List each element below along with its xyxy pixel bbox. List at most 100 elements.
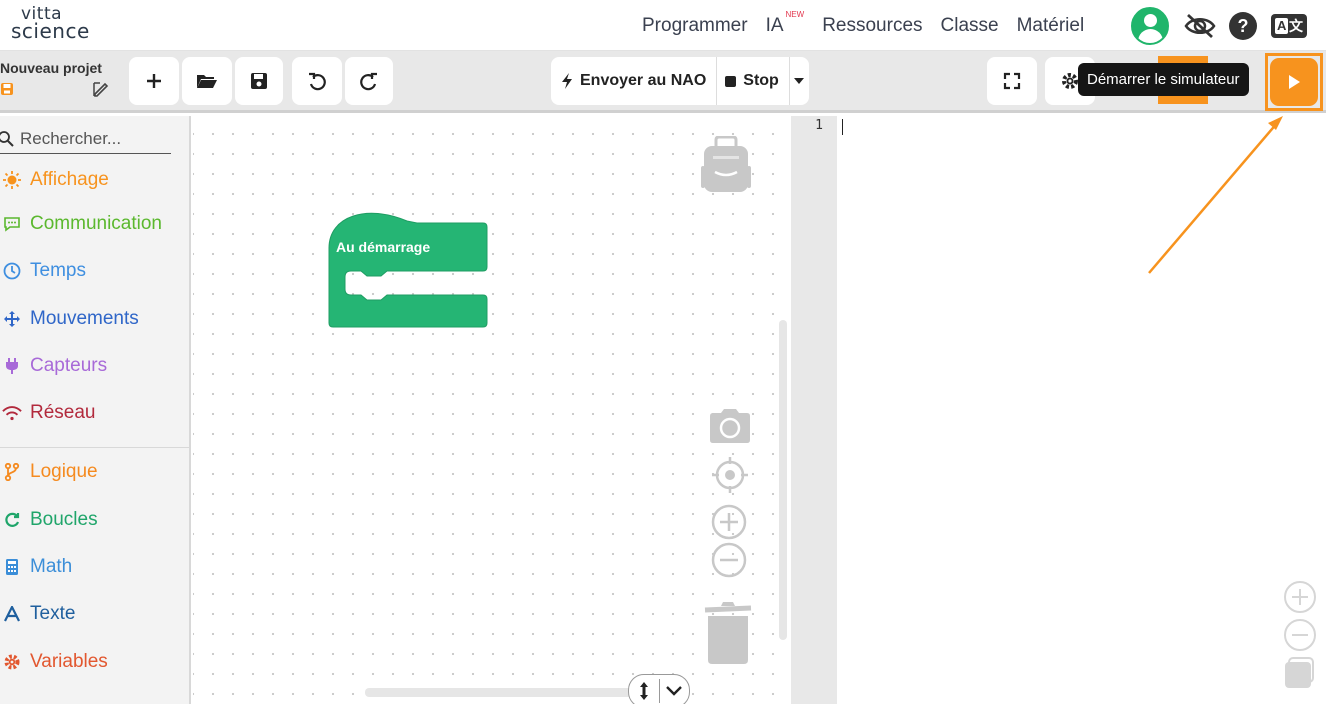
category-label: Capteurs xyxy=(30,355,108,376)
search-icon xyxy=(0,130,14,147)
nav-programmer[interactable]: Programmer xyxy=(642,15,748,37)
save-button[interactable] xyxy=(235,57,283,105)
plug-icon xyxy=(6,358,18,374)
category-variables[interactable]: Variables xyxy=(2,651,108,673)
nav-ressources[interactable]: Ressources xyxy=(822,15,922,37)
editor-zoom-in-icon[interactable] xyxy=(1283,580,1317,614)
editor-copy-icon[interactable] xyxy=(1283,656,1317,690)
category-texte[interactable]: Texte xyxy=(2,603,75,625)
project-info: Nouveau projet xyxy=(0,60,115,104)
new-file-button[interactable] xyxy=(129,57,179,105)
vittascience-logo[interactable]: vitta science xyxy=(11,6,91,46)
backpack-icon[interactable] xyxy=(701,136,751,194)
category-reseau[interactable]: Réseau xyxy=(2,402,96,424)
folder-open-icon xyxy=(197,75,217,88)
logo-line-2: science xyxy=(11,19,90,43)
category-label: Boucles xyxy=(30,509,98,530)
user-avatar-icon[interactable] xyxy=(1131,7,1169,45)
edit-project-icon[interactable] xyxy=(92,80,110,98)
help-icon[interactable]: ? xyxy=(1229,12,1257,40)
open-file-button[interactable] xyxy=(182,57,232,105)
panel-resize-handle[interactable] xyxy=(628,674,690,704)
nav-classe[interactable]: Classe xyxy=(941,15,999,37)
stop-label: Stop xyxy=(743,72,779,89)
category-communication[interactable]: Communication xyxy=(2,213,162,235)
recenter-icon[interactable] xyxy=(711,456,749,494)
editor-zoom-out-icon[interactable] xyxy=(1283,618,1317,652)
line-number: 1 xyxy=(815,118,823,133)
blocks-workspace[interactable]: Au démarrage xyxy=(193,116,791,704)
block-categories-sidebar: Rechercher... Affichage Communication Te… xyxy=(0,116,191,704)
top-navbar: vitta science Programmer IA NEW Ressource… xyxy=(0,0,1326,51)
zoom-out-icon[interactable] xyxy=(711,542,747,578)
nav-icons: ? A 文 xyxy=(1131,7,1307,45)
new-badge: NEW xyxy=(785,10,805,20)
send-to-nao-button[interactable]: Envoyer au NAO xyxy=(551,57,718,105)
category-label: Logique xyxy=(30,461,98,482)
stop-icon xyxy=(725,75,737,87)
simulator-tooltip: Démarrer le simulateur xyxy=(1078,63,1249,96)
category-boucles[interactable]: Boucles xyxy=(2,509,98,531)
fullscreen-icon xyxy=(1003,72,1021,90)
nav-ia-label: IA xyxy=(765,14,784,36)
clock-icon xyxy=(3,262,21,280)
category-affichage[interactable]: Affichage xyxy=(2,169,109,191)
block-search-input[interactable]: Rechercher... xyxy=(0,124,171,154)
nav-ia[interactable]: IA NEW xyxy=(765,10,805,37)
search-placeholder: Rechercher... xyxy=(20,128,122,148)
zoom-in-icon[interactable] xyxy=(711,504,747,540)
fullscreen-button[interactable] xyxy=(987,57,1037,105)
translate-icon-b: 文 xyxy=(1289,18,1303,34)
au-demarrage-block[interactable]: Au démarrage xyxy=(327,206,489,328)
category-label: Réseau xyxy=(30,402,96,423)
category-label: Temps xyxy=(30,260,86,281)
text-icon xyxy=(4,606,20,622)
wifi-icon xyxy=(2,406,22,421)
redo-icon xyxy=(360,72,377,91)
category-divider xyxy=(0,447,189,448)
category-logique[interactable]: Logique xyxy=(2,461,98,483)
redo-button[interactable] xyxy=(345,57,393,105)
category-label: Texte xyxy=(30,603,76,624)
unsaved-icon xyxy=(1,83,13,95)
undo-button[interactable] xyxy=(292,57,342,105)
translate-icon-a: A xyxy=(1275,18,1289,34)
loop-icon xyxy=(5,512,20,527)
gear-icon xyxy=(1062,73,1078,89)
project-name[interactable]: Nouveau projet xyxy=(0,60,115,76)
upload-dropdown-button[interactable] xyxy=(790,57,809,105)
block-label: Au démarrage xyxy=(336,239,430,255)
eye-off-icon[interactable] xyxy=(1183,12,1217,40)
screenshot-camera-icon[interactable] xyxy=(709,408,751,444)
send-label: Envoyer au NAO xyxy=(580,72,707,89)
start-simulator-button[interactable] xyxy=(1270,58,1318,106)
gear-icon xyxy=(4,654,20,670)
code-gutter: 1 xyxy=(791,116,837,704)
category-math[interactable]: Math xyxy=(2,556,72,578)
nav-materiel[interactable]: Matériel xyxy=(1017,15,1085,37)
stop-button[interactable]: Stop xyxy=(717,57,790,105)
category-capteurs[interactable]: Capteurs xyxy=(2,355,107,377)
category-label: Variables xyxy=(30,651,108,672)
plus-icon xyxy=(147,74,161,88)
calculator-icon xyxy=(6,559,18,575)
branch-icon xyxy=(4,463,20,481)
save-icon xyxy=(251,73,267,89)
category-temps[interactable]: Temps xyxy=(2,260,86,282)
main-nav: Programmer IA NEW Ressources Classe Matér… xyxy=(642,0,1102,51)
play-icon xyxy=(1289,75,1300,89)
category-label: Mouvements xyxy=(30,308,139,329)
upload-group: Envoyer au NAO Stop xyxy=(551,57,809,105)
workspace-vertical-scrollbar[interactable] xyxy=(779,320,787,640)
sun-icon xyxy=(3,171,21,189)
chevron-down-icon[interactable] xyxy=(660,686,690,696)
translate-icon[interactable]: A 文 xyxy=(1271,14,1307,38)
category-label: Math xyxy=(30,556,73,577)
annotation-arrow xyxy=(1148,116,1283,274)
category-mouvements[interactable]: Mouvements xyxy=(2,308,139,330)
trash-icon[interactable] xyxy=(703,600,753,666)
resize-vertical-icon[interactable] xyxy=(629,681,659,701)
text-cursor xyxy=(842,119,843,135)
category-label: Communication xyxy=(30,213,162,234)
arrows-move-icon xyxy=(4,311,20,327)
